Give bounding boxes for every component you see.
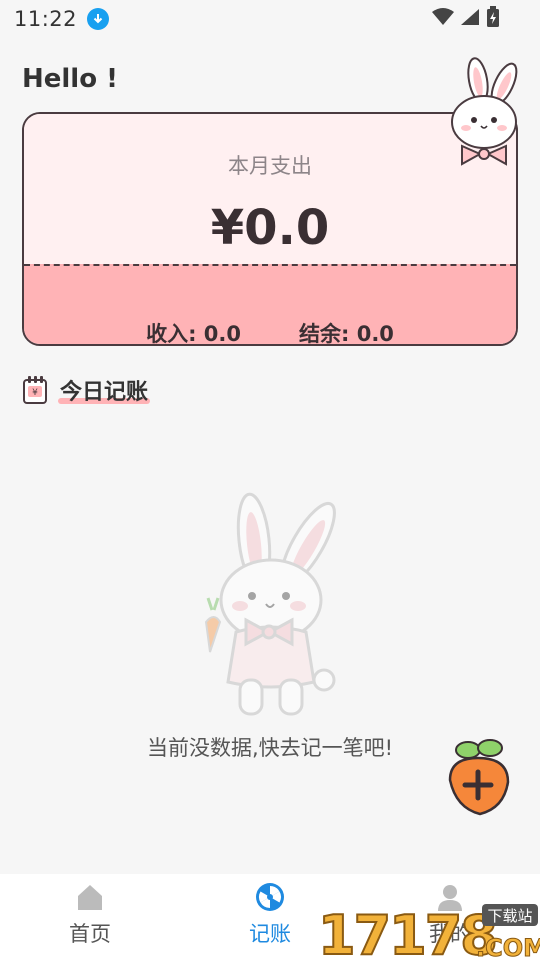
tab-home-label: 首页 xyxy=(69,922,111,946)
svg-text:下载站: 下载站 xyxy=(487,907,532,925)
battery-icon xyxy=(487,6,499,27)
income-stat: 收入: 0.0 xyxy=(146,322,241,346)
signal-icon xyxy=(461,9,479,25)
wifi-icon xyxy=(432,8,454,25)
card-bottom-band: 收入: 0.0 结余: 0.0 xyxy=(24,264,516,346)
status-bar: 11:22 xyxy=(0,0,540,38)
card-stats: 收入: 0.0 结余: 0.0 xyxy=(24,318,516,346)
monthly-expense-amount: ¥0.0 xyxy=(210,200,330,256)
tab-bookkeeping-label: 记账 xyxy=(249,922,291,946)
download-notification-icon xyxy=(87,8,110,30)
site-watermark-logo: 17178 下载站 .COM xyxy=(317,903,540,960)
monthly-expense-label: 本月支出 xyxy=(228,154,312,178)
greeting-title: Hello ! xyxy=(22,64,118,94)
today-records-title: 今日记账 xyxy=(58,374,151,406)
bunny-mascot-icon xyxy=(451,57,518,166)
home-icon xyxy=(78,885,102,910)
card-top-area: 本月支出 ¥0.0 xyxy=(24,114,516,264)
ledger-icon: ¥ xyxy=(23,376,47,404)
empty-bunny-icon xyxy=(204,492,336,716)
add-record-button[interactable] xyxy=(442,736,518,816)
bookkeeping-icon xyxy=(256,883,284,911)
svg-text:.COM: .COM xyxy=(476,934,540,960)
status-time: 11:22 xyxy=(14,7,78,31)
status-icons xyxy=(432,6,500,28)
today-records-header: ¥ 今日记账 xyxy=(22,374,151,406)
tab-home[interactable]: 首页 xyxy=(0,874,180,960)
balance-stat: 结余: 0.0 xyxy=(299,322,394,346)
svg-text:¥: ¥ xyxy=(32,388,38,398)
svg-text:17178: 17178 xyxy=(318,904,496,960)
